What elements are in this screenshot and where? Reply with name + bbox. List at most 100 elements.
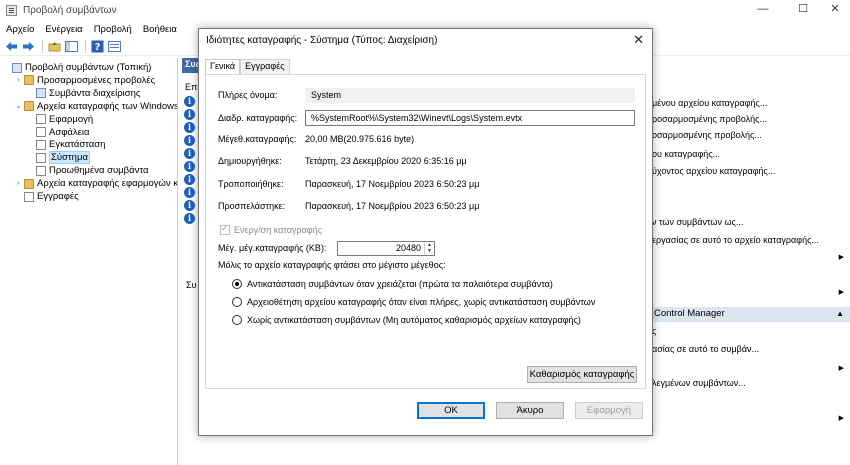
tree-item[interactable]: Προωθημένα συμβάντα (26, 164, 148, 177)
submenu-arrow-icon: ▶ (838, 365, 844, 372)
information-icon: i (184, 187, 195, 198)
max-size-label: Μέγ. μέγ.καταγραφής (KB): (218, 243, 327, 253)
radio-archive[interactable]: Αρχειοθέτηση αρχείου καταγραφής όταν είν… (232, 297, 595, 307)
tree-item[interactable]: › Αρχεία καταγραφής εφαρμογών και υ (14, 177, 178, 190)
general-tab-panel: Πλήρες όνομα: System Διαδρ. καταγραφής: … (205, 74, 646, 389)
navigation-tree: Προβολή συμβάντων (Τοπική) › Προσαρμοσμένε… (0, 58, 178, 465)
log-size-label: Μέγεθ.καταγραφής: (218, 134, 297, 144)
cancel-button[interactable]: Άκυρο (496, 402, 564, 419)
event-viewer-app-icon (6, 4, 17, 16)
tree-item[interactable]: › Προσαρμοσμένες προβολές (14, 74, 155, 87)
action-item[interactable]: λεγμένων συμβάντων... (652, 378, 746, 388)
toolbar-separator (42, 40, 43, 53)
information-icon: i (184, 122, 195, 133)
radio-overwrite-label: Αντικατάσταση συμβάντων όταν χρειάζεται … (247, 279, 553, 289)
actions-panel: μένου αρχείου καταγραφής... ροσαρμοσμένη… (652, 58, 850, 465)
chevron-right-icon[interactable]: › (14, 77, 23, 84)
action-item[interactable]: ύχοντος αρχείου καταγραφής... (652, 166, 775, 176)
close-window-button[interactable]: ✕ (818, 0, 850, 20)
information-icon: i (184, 174, 195, 185)
actions-section-title: Control Manager (654, 308, 725, 319)
tree-item[interactable]: Εγκατάσταση (26, 138, 105, 151)
minimize-button[interactable]: — (746, 0, 780, 20)
folder-icon (24, 75, 34, 86)
information-icon: i (184, 161, 195, 172)
action-item[interactable]: ν των συμβάντων ως... (652, 217, 743, 227)
tree-item[interactable]: Ασφάλεια (26, 126, 89, 139)
checkbox-checked-icon (220, 223, 230, 235)
menu-file[interactable]: Αρχείο (6, 24, 34, 35)
action-item[interactable]: οσαρμοσμένης προβολής... (652, 130, 762, 140)
maximize-button[interactable]: ☐ (786, 0, 820, 20)
action-item[interactable]: εργασίας σε αυτό το αρχείο καταγραφής... (652, 235, 819, 245)
details-panel-label: Συ (186, 280, 197, 290)
radio-selected-icon (232, 279, 242, 289)
information-icon: i (184, 96, 195, 107)
enable-logging-checkbox[interactable]: Ενεργ/ση καταγραφής (220, 223, 322, 235)
back-arrow-icon[interactable] (4, 40, 18, 54)
information-icon: i (184, 109, 195, 120)
tree-item-label: Αρχεία καταγραφής εφαρμογών και υ (37, 178, 178, 190)
log-path-label: Διαδρ. καταγραφής: (218, 113, 298, 123)
tree-item[interactable]: Εφαρμογή (26, 113, 93, 126)
modified-label: Τροποποιήθηκε: (218, 179, 284, 189)
properties-icon[interactable] (107, 40, 121, 54)
radio-unselected-icon (232, 297, 242, 307)
collapse-arrow-icon[interactable]: ▲ (836, 309, 844, 318)
tree-item-label: Προωθημένα συμβάντα (49, 165, 149, 177)
chevron-right-icon[interactable]: › (14, 180, 23, 187)
action-item[interactable]: μένου αρχείου καταγραφής... (652, 98, 767, 108)
log-icon (36, 139, 46, 150)
apply-button[interactable]: Εφαρμογή (575, 402, 643, 419)
tree-item-label: Αρχεία καταγραφής των Windows (37, 100, 178, 112)
ok-button[interactable]: OK (417, 402, 485, 419)
window-title: Προβολή συμβάντων (23, 4, 117, 16)
tree-item-label: Συμβάντα διαχείρισης (49, 87, 141, 99)
log-icon (36, 127, 46, 137)
max-size-stepper[interactable]: 20480 ▲ ▼ (337, 241, 435, 256)
folder-icon (24, 101, 34, 112)
log-size-value: 20,00 MB(20.975.616 byte) (305, 134, 415, 144)
tree-item[interactable]: Εγγραφές (14, 190, 79, 203)
action-item[interactable]: ασίας σε αυτό το συμβάν... (652, 344, 759, 354)
tree-item[interactable]: Σύστημα (26, 151, 90, 165)
accessed-label: Προσπελάστηκε: (218, 201, 286, 211)
tree-item-label: Εγκατάσταση (49, 139, 106, 151)
tab-general[interactable]: Γενικά (205, 59, 241, 75)
menu-view[interactable]: Προβολή (94, 24, 132, 35)
when-max-reached-label: Μόλις το αρχείο καταγραφής φτάσει στο μέ… (218, 260, 446, 270)
show-hide-tree-icon[interactable] (64, 40, 78, 54)
view-icon (12, 62, 22, 73)
dialog-close-button[interactable]: ✕ (633, 32, 644, 48)
tree-item-label: Σύστημα (49, 151, 90, 165)
submenu-arrow-icon: ▶ (838, 289, 844, 296)
radio-overwrite[interactable]: Αντικατάσταση συμβάντων όταν χρειάζεται … (232, 279, 553, 289)
tab-subscriptions[interactable]: Εγγραφές (240, 59, 290, 74)
forward-arrow-icon[interactable] (21, 40, 35, 54)
clear-log-button[interactable]: Καθαρισμός καταγραφής (527, 366, 637, 383)
folder-up-icon[interactable] (47, 40, 61, 54)
menu-help[interactable]: Βοήθεια (143, 24, 177, 35)
dialog-title: Ιδιότητες καταγραφής - Σύστημα (Τύπος: Δ… (206, 35, 438, 46)
tree-item[interactable]: Συμβάντα διαχείρισης (26, 87, 140, 100)
actions-section-header[interactable]: Control Manager ▲ (652, 307, 850, 322)
spin-arrows-icon[interactable]: ▲ ▼ (424, 242, 434, 255)
radio-do-not-overwrite[interactable]: Χωρίς αντικατάσταση συμβάντων (Μη αυτόμα… (232, 315, 581, 325)
radio-archive-label: Αρχειοθέτηση αρχείου καταγραφής όταν είν… (247, 297, 596, 307)
chevron-down-icon[interactable]: ⌄ (14, 102, 23, 110)
submenu-arrow-icon: ▶ (838, 254, 844, 261)
window-titlebar: Προβολή συμβάντων (0, 0, 850, 20)
action-item[interactable]: ου καταγραφής... (652, 149, 720, 159)
help-icon[interactable]: ? (90, 40, 104, 54)
submenu-arrow-icon: ▶ (838, 415, 844, 422)
menu-action[interactable]: Ενέργεια (45, 24, 82, 35)
tree-item[interactable]: Προβολή συμβάντων (Τοπική) (2, 61, 151, 74)
log-icon (36, 165, 46, 176)
information-icon: i (184, 200, 195, 211)
modified-value: Παρασκευή, 17 Νοεμβρίου 2023 6:50:23 μμ (305, 179, 480, 189)
action-item[interactable]: ροσαρμοσμένης προβολής... (652, 114, 767, 124)
tree-item[interactable]: ⌄ Αρχεία καταγραφής των Windows (14, 100, 178, 113)
log-path-field[interactable]: %SystemRoot%\System32\Winevt\Logs\System… (305, 110, 635, 126)
information-icon: i (184, 213, 195, 224)
log-icon (24, 191, 34, 202)
